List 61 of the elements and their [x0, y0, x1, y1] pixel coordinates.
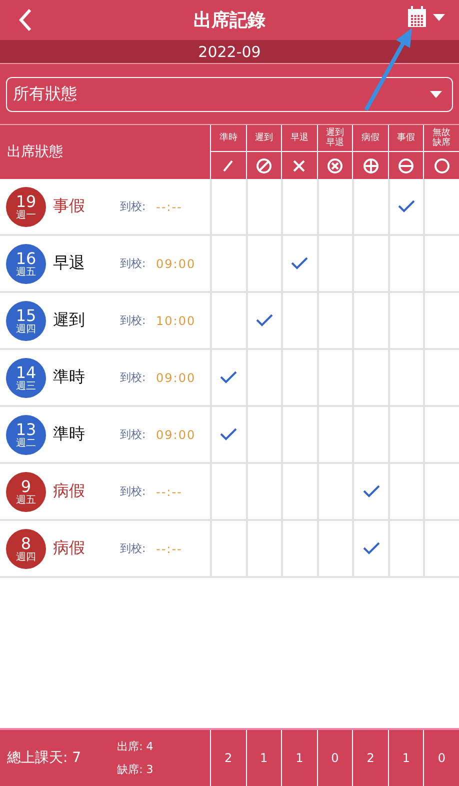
column-heading: 無故缺席 — [432, 128, 452, 148]
column-heading: 遲到 — [254, 133, 273, 143]
status-text: 準時 — [53, 424, 86, 445]
arrival-label: 到校: — [120, 313, 147, 328]
check-icon — [220, 428, 238, 441]
arrival-label: 到校: — [120, 427, 147, 442]
column-heading: 遲到早退 — [325, 128, 344, 148]
column-total: 1 — [296, 751, 304, 765]
column-total: 0 — [331, 751, 339, 765]
date-badge: 14 週三 — [6, 358, 46, 398]
column-total: 2 — [224, 751, 232, 765]
arrival-label: 到校: — [120, 256, 147, 271]
column-heading: 病假 — [362, 133, 380, 143]
column-total: 2 — [366, 751, 374, 765]
date-badge: 15 週四 — [6, 300, 46, 340]
check-icon — [291, 257, 308, 270]
column-heading: 準時 — [219, 133, 238, 143]
status-dropdown[interactable]: 所有狀態 — [6, 77, 453, 112]
arrival-label: 到校: — [120, 541, 147, 556]
arrival-label: 到校: — [120, 370, 147, 385]
arrival-time: --:-- — [156, 200, 182, 214]
total-days: 總上課天: 7 — [7, 749, 82, 767]
arrival-time: 09:00 — [156, 370, 196, 384]
absent-count: 缺席: 3 — [117, 762, 154, 777]
column-heading: 出席狀態 — [7, 143, 63, 161]
present-count: 出席: 4 — [117, 739, 154, 754]
status-text: 病假 — [53, 481, 86, 502]
calendar-dropdown[interactable] — [407, 6, 445, 28]
column-total: 0 — [438, 751, 446, 765]
caret-icon — [430, 91, 442, 98]
column-total: 1 — [402, 751, 410, 765]
arrival-time: --:-- — [156, 484, 182, 498]
column-heading: 早退 — [290, 133, 308, 143]
check-icon — [362, 542, 380, 555]
status-text: 遲到 — [53, 310, 86, 331]
check-icon — [362, 485, 380, 498]
date-badge: 9 週五 — [6, 472, 46, 512]
arrival-label: 到校: — [120, 199, 147, 214]
column-heading: 事假 — [397, 133, 416, 143]
arrival-label: 到校: — [120, 484, 147, 499]
date-badge: 16 週五 — [6, 244, 46, 284]
arrival-time: 10:00 — [156, 314, 196, 328]
date-badge: 8 週四 — [6, 528, 46, 568]
calendar-icon — [407, 6, 427, 28]
status-text: 病假 — [53, 538, 86, 559]
status-text: 事假 — [53, 196, 86, 217]
date-badge: 13 週二 — [6, 414, 46, 454]
date-badge: 19 週一 — [6, 186, 46, 226]
check-icon — [256, 314, 273, 327]
back-icon[interactable] — [18, 8, 32, 32]
arrival-time: 09:00 — [156, 256, 196, 270]
column-total: 1 — [260, 751, 268, 765]
check-icon — [398, 200, 416, 213]
page-title: 出席記錄 — [194, 9, 266, 32]
arrival-time: --:-- — [156, 542, 182, 556]
check-icon — [220, 371, 238, 384]
status-text: 早退 — [53, 253, 86, 274]
caret-icon — [433, 14, 445, 20]
arrival-time: 09:00 — [156, 428, 196, 442]
month-bar[interactable]: 2022-09 — [0, 40, 459, 64]
status-text: 準時 — [53, 367, 86, 388]
